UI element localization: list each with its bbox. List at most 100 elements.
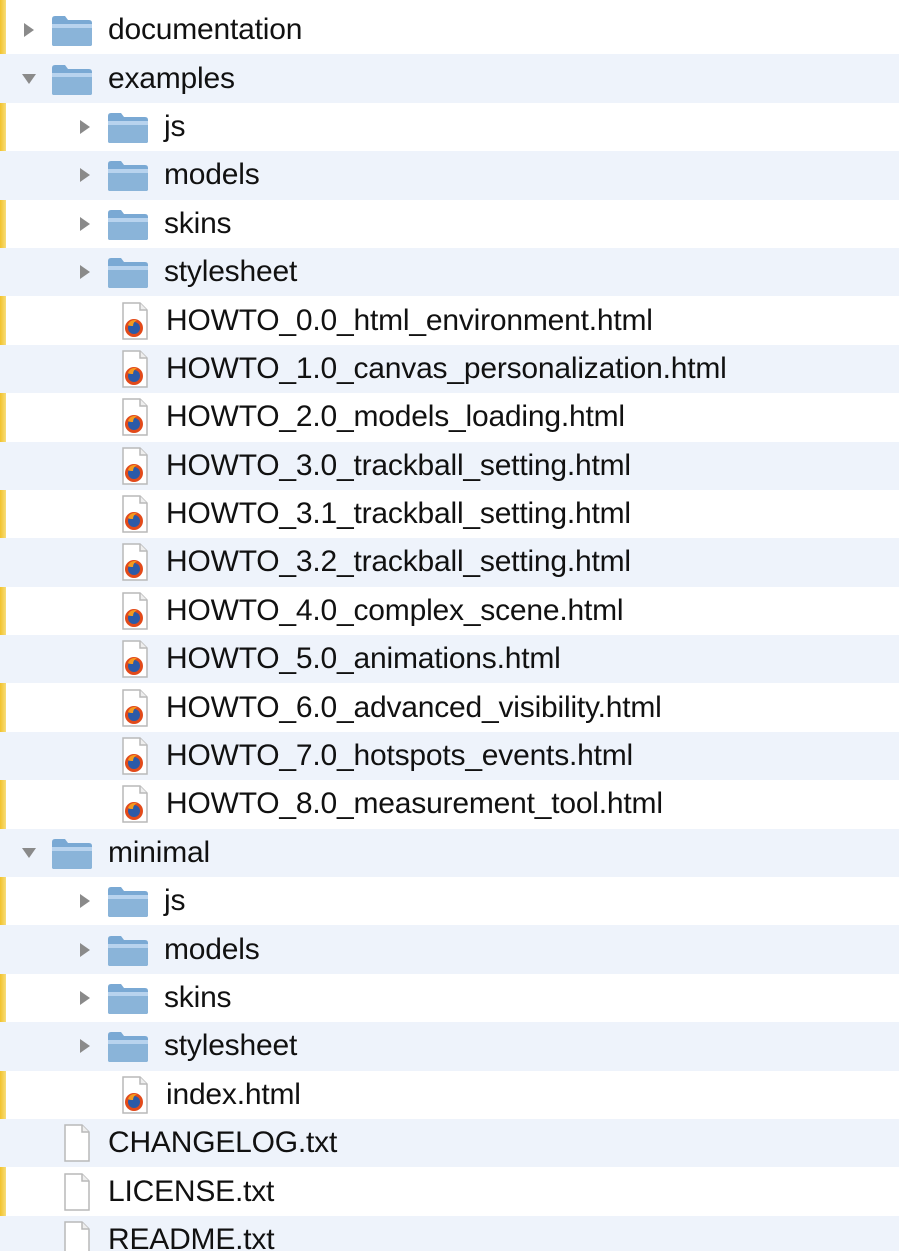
row-content: js [70, 103, 185, 151]
folder-row[interactable]: models [0, 151, 899, 200]
item-name: examples [108, 61, 235, 95]
row-content: HOWTO_4.0_complex_scene.html [70, 587, 624, 635]
disclosure-triangle-collapsed-icon[interactable] [70, 886, 100, 916]
row-content: HOWTO_3.2_trackball_setting.html [70, 538, 631, 586]
row-content: HOWTO_2.0_models_loading.html [70, 393, 625, 441]
file-row[interactable]: HOWTO_1.0_canvas_personalization.html [0, 344, 899, 394]
folder-row[interactable]: documentation [0, 6, 899, 54]
file-row[interactable]: HOWTO_2.0_models_loading.html [0, 393, 899, 441]
row-content: HOWTO_8.0_measurement_tool.html [70, 780, 663, 828]
folder-icon [106, 107, 150, 147]
item-name: stylesheet [164, 1029, 298, 1063]
disclosure-triangle-expanded-icon[interactable] [14, 64, 44, 94]
item-name: HOWTO_2.0_models_loading.html [166, 400, 625, 434]
item-name: documentation [108, 13, 303, 47]
file-row[interactable]: LICENSE.txt [0, 1167, 899, 1215]
disclosure-triangle-expanded-icon[interactable] [14, 838, 44, 868]
row-content: README.txt [14, 1216, 275, 1251]
folder-row[interactable]: stylesheet [0, 1022, 899, 1071]
file-row[interactable]: HOWTO_7.0_hotspots_events.html [0, 731, 899, 781]
disclosure-triangle-collapsed-icon[interactable] [70, 935, 100, 965]
item-name: js [164, 109, 186, 143]
row-content: documentation [14, 6, 302, 54]
folder-row[interactable]: minimal [0, 828, 899, 878]
item-name: HOWTO_4.0_complex_scene.html [166, 593, 624, 627]
file-row[interactable]: CHANGELOG.txt [0, 1118, 899, 1168]
folder-icon [50, 59, 94, 99]
file-row[interactable]: HOWTO_0.0_html_environment.html [0, 296, 899, 344]
html-file-icon [120, 688, 152, 728]
folder-icon [50, 10, 94, 50]
file-row[interactable]: HOWTO_4.0_complex_scene.html [0, 587, 899, 635]
file-row[interactable]: HOWTO_3.1_trackball_setting.html [0, 490, 899, 538]
folder-row[interactable]: js [0, 877, 899, 925]
html-file-icon [120, 397, 152, 437]
folder-row[interactable]: examples [0, 54, 899, 103]
item-name: HOWTO_0.0_html_environment.html [166, 303, 653, 337]
disclosure-triangle-collapsed-icon[interactable] [70, 160, 100, 190]
text-file-icon [62, 1220, 94, 1251]
folder-icon [106, 881, 150, 921]
item-name: minimal [108, 835, 210, 869]
file-row[interactable]: HOWTO_6.0_advanced_visibility.html [0, 683, 899, 731]
disclosure-triangle-collapsed-icon[interactable] [14, 15, 44, 45]
folder-row[interactable]: skins [0, 974, 899, 1022]
row-content: js [70, 877, 185, 925]
html-file-icon [120, 494, 152, 534]
finder-file-list: documentation examples js models skins styles… [0, 0, 899, 1251]
item-name: HOWTO_3.0_trackball_setting.html [166, 448, 631, 482]
disclosure-triangle-collapsed-icon[interactable] [70, 112, 100, 142]
row-content: skins [70, 974, 232, 1022]
disclosure-triangle-collapsed-icon[interactable] [70, 983, 100, 1013]
disclosure-triangle-collapsed-icon[interactable] [70, 257, 100, 287]
folder-icon [106, 930, 150, 970]
html-file-icon [120, 542, 152, 582]
folder-icon [106, 978, 150, 1018]
folder-icon [106, 1026, 150, 1066]
row-content: CHANGELOG.txt [14, 1119, 337, 1167]
row-content: HOWTO_1.0_canvas_personalization.html [70, 345, 727, 393]
item-name: skins [164, 206, 232, 240]
file-row[interactable]: HOWTO_3.2_trackball_setting.html [0, 538, 899, 587]
text-file-icon [62, 1123, 94, 1163]
row-content: HOWTO_3.1_trackball_setting.html [70, 490, 631, 538]
row-content: models [70, 925, 260, 973]
item-name: skins [164, 981, 232, 1014]
disclosure-triangle-collapsed-icon[interactable] [70, 1031, 100, 1061]
item-name: models [164, 932, 260, 966]
file-row[interactable]: README.txt [0, 1215, 899, 1251]
text-file-icon [62, 1172, 94, 1212]
row-content: examples [14, 54, 235, 102]
row-content: models [70, 151, 260, 199]
file-row[interactable]: index.html [0, 1071, 899, 1119]
item-name: HOWTO_3.2_trackball_setting.html [166, 545, 631, 579]
folder-icon [106, 204, 150, 244]
row-content: HOWTO_7.0_hotspots_events.html [70, 732, 633, 780]
file-row[interactable]: HOWTO_3.0_trackball_setting.html [0, 441, 899, 490]
row-content: stylesheet [70, 1022, 297, 1070]
item-name: HOWTO_5.0_animations.html [166, 642, 561, 676]
file-row[interactable]: HOWTO_8.0_measurement_tool.html [0, 780, 899, 828]
folder-icon [106, 252, 150, 292]
item-name: stylesheet [164, 255, 298, 289]
html-file-icon [120, 736, 152, 776]
folder-row[interactable]: skins [0, 200, 899, 248]
disclosure-triangle-collapsed-icon[interactable] [70, 209, 100, 239]
item-name: HOWTO_8.0_measurement_tool.html [166, 787, 663, 821]
folder-row[interactable]: js [0, 103, 899, 151]
file-row[interactable]: HOWTO_5.0_animations.html [0, 635, 899, 684]
item-name: HOWTO_3.1_trackball_setting.html [166, 497, 631, 531]
folder-icon [106, 155, 150, 195]
folder-row[interactable]: models [0, 925, 899, 974]
folder-row[interactable]: stylesheet [0, 247, 899, 297]
row-content: LICENSE.txt [14, 1167, 274, 1215]
item-name: CHANGELOG.txt [108, 1126, 338, 1160]
